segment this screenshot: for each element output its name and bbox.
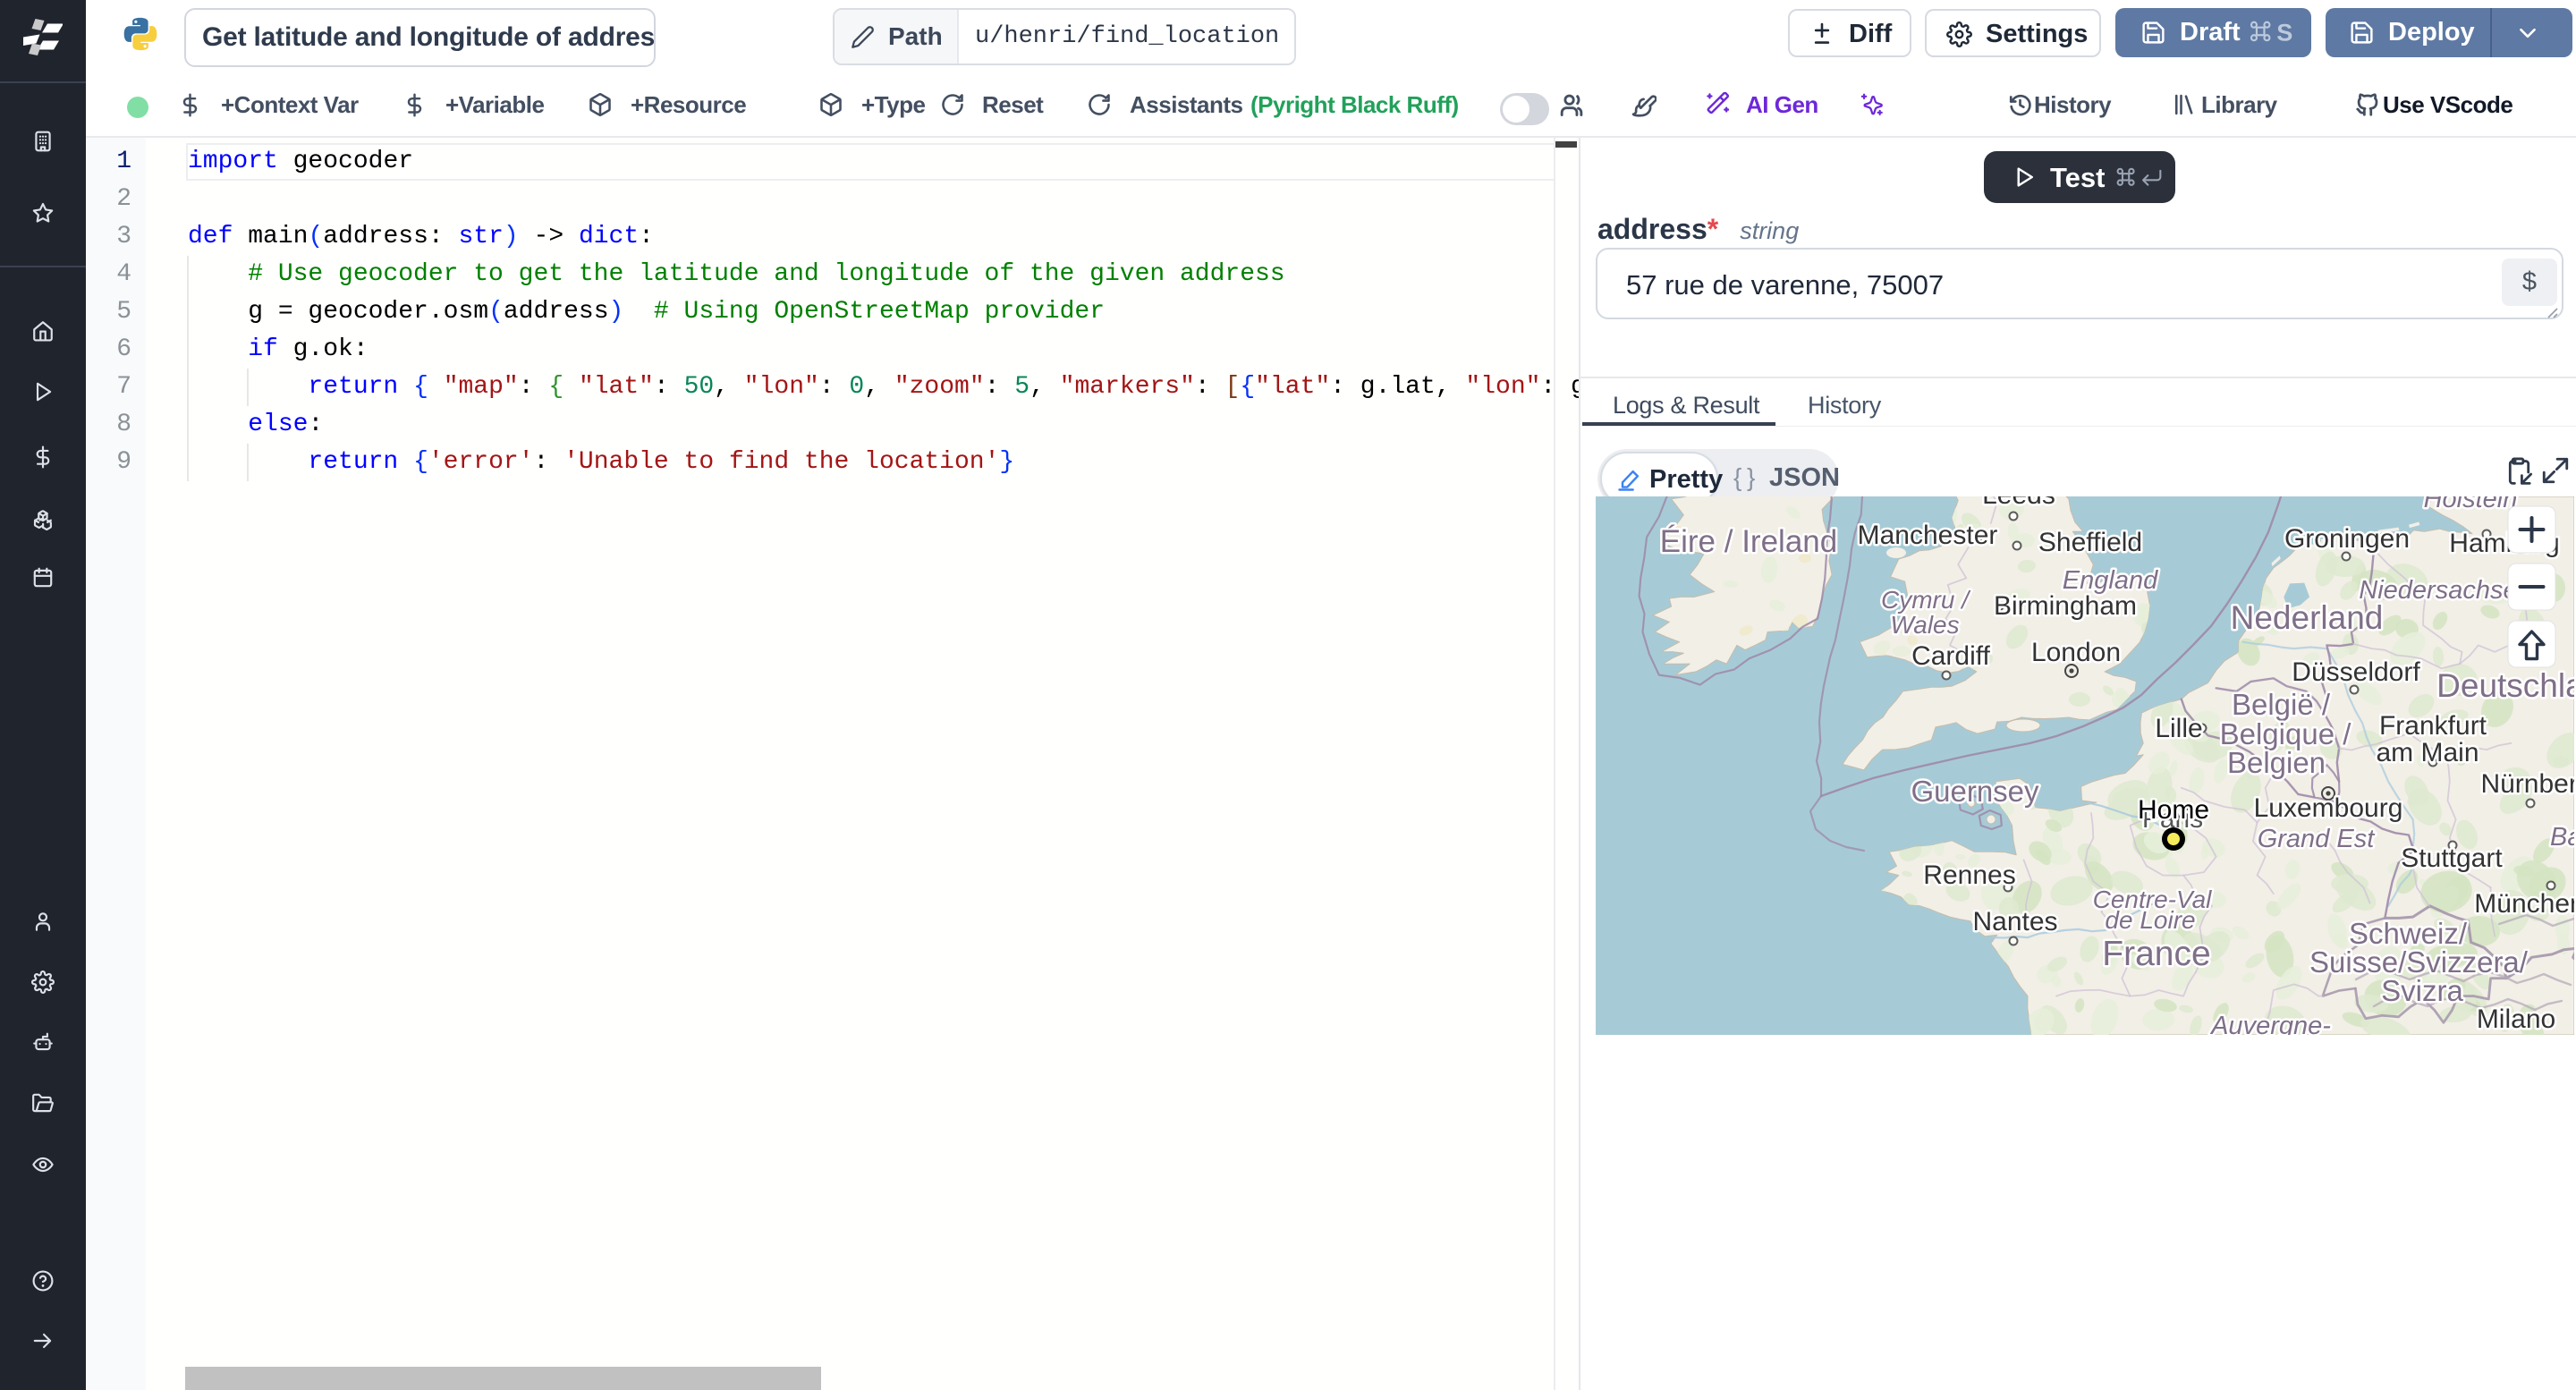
svg-text:Wales: Wales (1890, 611, 1959, 639)
svg-text:Nederland: Nederland (2231, 599, 2384, 636)
svg-text:Éire / Ireland: Éire / Ireland (1660, 524, 1837, 559)
svg-text:Leeds: Leeds (1982, 496, 2055, 510)
svg-text:Düsseldorf: Düsseldorf (2292, 657, 2420, 687)
svg-text:Nantes: Nantes (1972, 907, 2057, 937)
svg-text:München: München (2474, 889, 2574, 919)
svg-text:Sheffield: Sheffield (2038, 528, 2142, 557)
svg-text:Niedersachsen: Niedersachsen (2359, 576, 2531, 605)
svg-text:Svizra: Svizra (2381, 974, 2463, 1007)
svg-text:Frankfurt: Frankfurt (2379, 711, 2487, 741)
svg-text:Belgien: Belgien (2227, 746, 2326, 779)
svg-text:Nürnberg: Nürnberg (2480, 769, 2574, 799)
svg-text:Manchester: Manchester (1858, 521, 1998, 550)
svg-text:Lille: Lille (2155, 714, 2202, 743)
svg-text:France: France (2102, 935, 2210, 973)
svg-text:Guernsey: Guernsey (1911, 775, 2039, 808)
svg-text:Stuttgart: Stuttgart (2401, 843, 2503, 873)
svg-text:Grand Est: Grand Est (2258, 825, 2376, 853)
svg-text:Deutschland: Deutschland (2436, 667, 2574, 704)
svg-text:Luxembourg: Luxembourg (2254, 793, 2403, 823)
svg-text:Cymru /: Cymru / (1881, 586, 1971, 614)
svg-text:Milano: Milano (2477, 1004, 2555, 1034)
svg-text:London: London (2031, 638, 2121, 667)
svg-text:Home: Home (2138, 795, 2209, 825)
svg-text:Birmingham: Birmingham (1994, 591, 2137, 621)
svg-text:Bay: Bay (2550, 823, 2574, 852)
svg-text:Holstein: Holstein (2424, 496, 2518, 513)
svg-text:Cardiff: Cardiff (1911, 641, 1990, 671)
svg-text:België /: België / (2232, 688, 2331, 721)
svg-text:Auvergne-: Auvergne- (2209, 1012, 2331, 1035)
svg-text:am Main: am Main (2376, 738, 2479, 767)
svg-text:Rennes: Rennes (1923, 860, 2015, 890)
svg-text:de Loire: de Loire (2105, 906, 2195, 934)
svg-text:Groningen: Groningen (2284, 524, 2410, 554)
svg-text:S: S (2276, 19, 2292, 47)
